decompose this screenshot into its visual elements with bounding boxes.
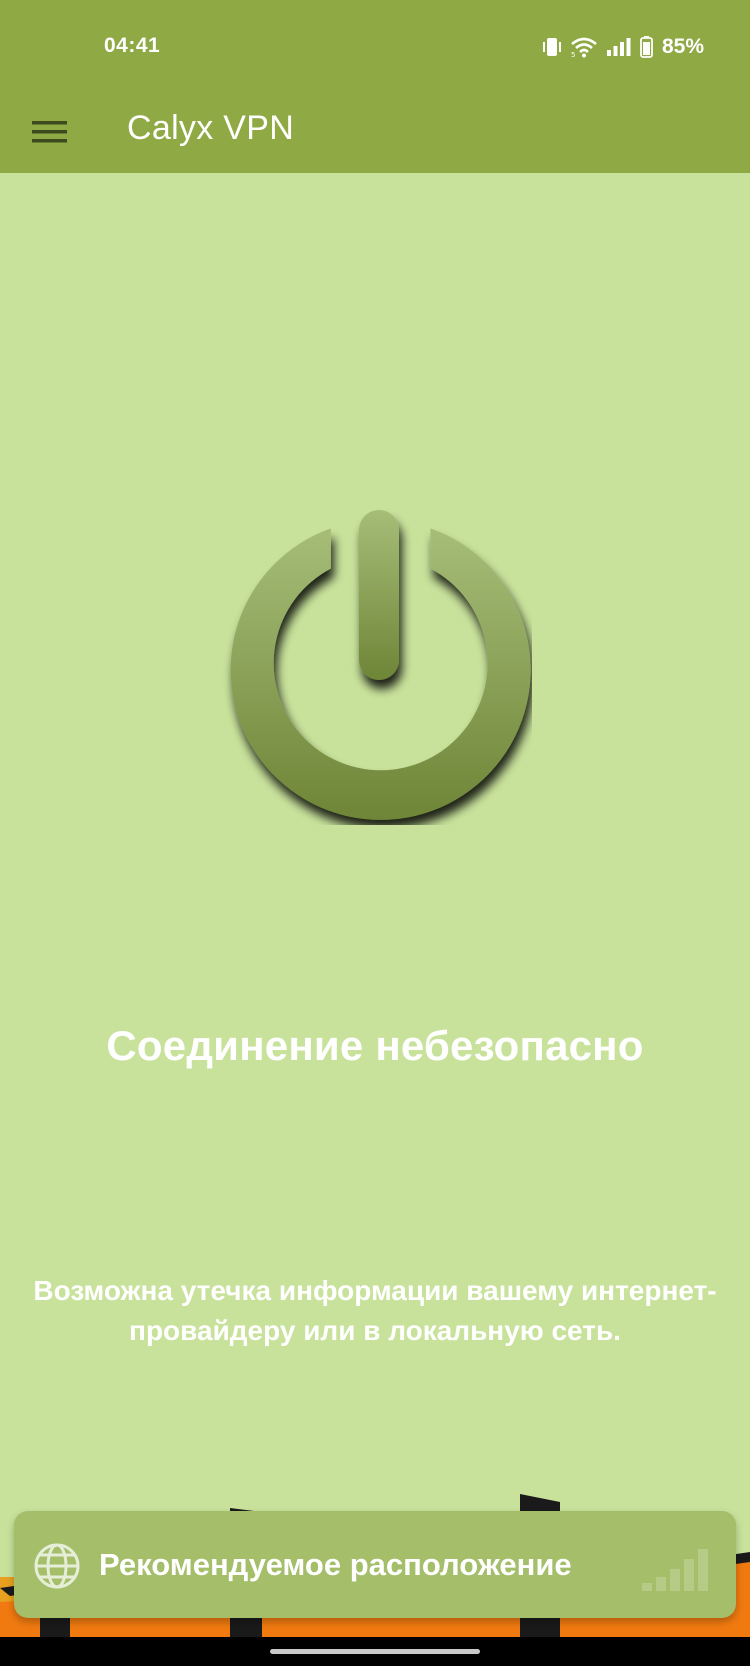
status-icons: 5 85% <box>542 30 704 64</box>
battery-percentage: 85% <box>661 35 704 58</box>
connection-status-title: Соединение небезопасно <box>106 1022 644 1069</box>
hamburger-menu-icon[interactable] <box>30 111 72 153</box>
status-time: 04:41 <box>104 34 161 57</box>
globe-icon <box>34 1543 80 1589</box>
vibrate-icon <box>542 38 561 56</box>
status-bar: 04:41 5 85% <box>0 0 750 95</box>
power-icon[interactable] <box>222 505 532 825</box>
home-gesture-handle[interactable] <box>270 1649 480 1654</box>
navigation-bar <box>0 1637 750 1666</box>
battery-icon <box>640 36 653 58</box>
connection-status-description: Возможна утечка информации вашему интерн… <box>33 1275 717 1346</box>
svg-text:5: 5 <box>571 51 575 58</box>
location-label: Рекомендуемое расположение <box>99 1547 572 1582</box>
screen: 04:41 5 85% Calyx VPN Соединение небезоп… <box>0 0 750 1666</box>
wifi-icon: 5 <box>571 37 597 58</box>
app-bar: Calyx VPN <box>0 95 750 173</box>
signal-strength-icon <box>642 1549 708 1591</box>
cell-signal-icon <box>606 38 631 56</box>
location-selector-button[interactable]: Рекомендуемое расположение <box>14 1511 736 1618</box>
app-title: Calyx VPN <box>127 109 295 147</box>
